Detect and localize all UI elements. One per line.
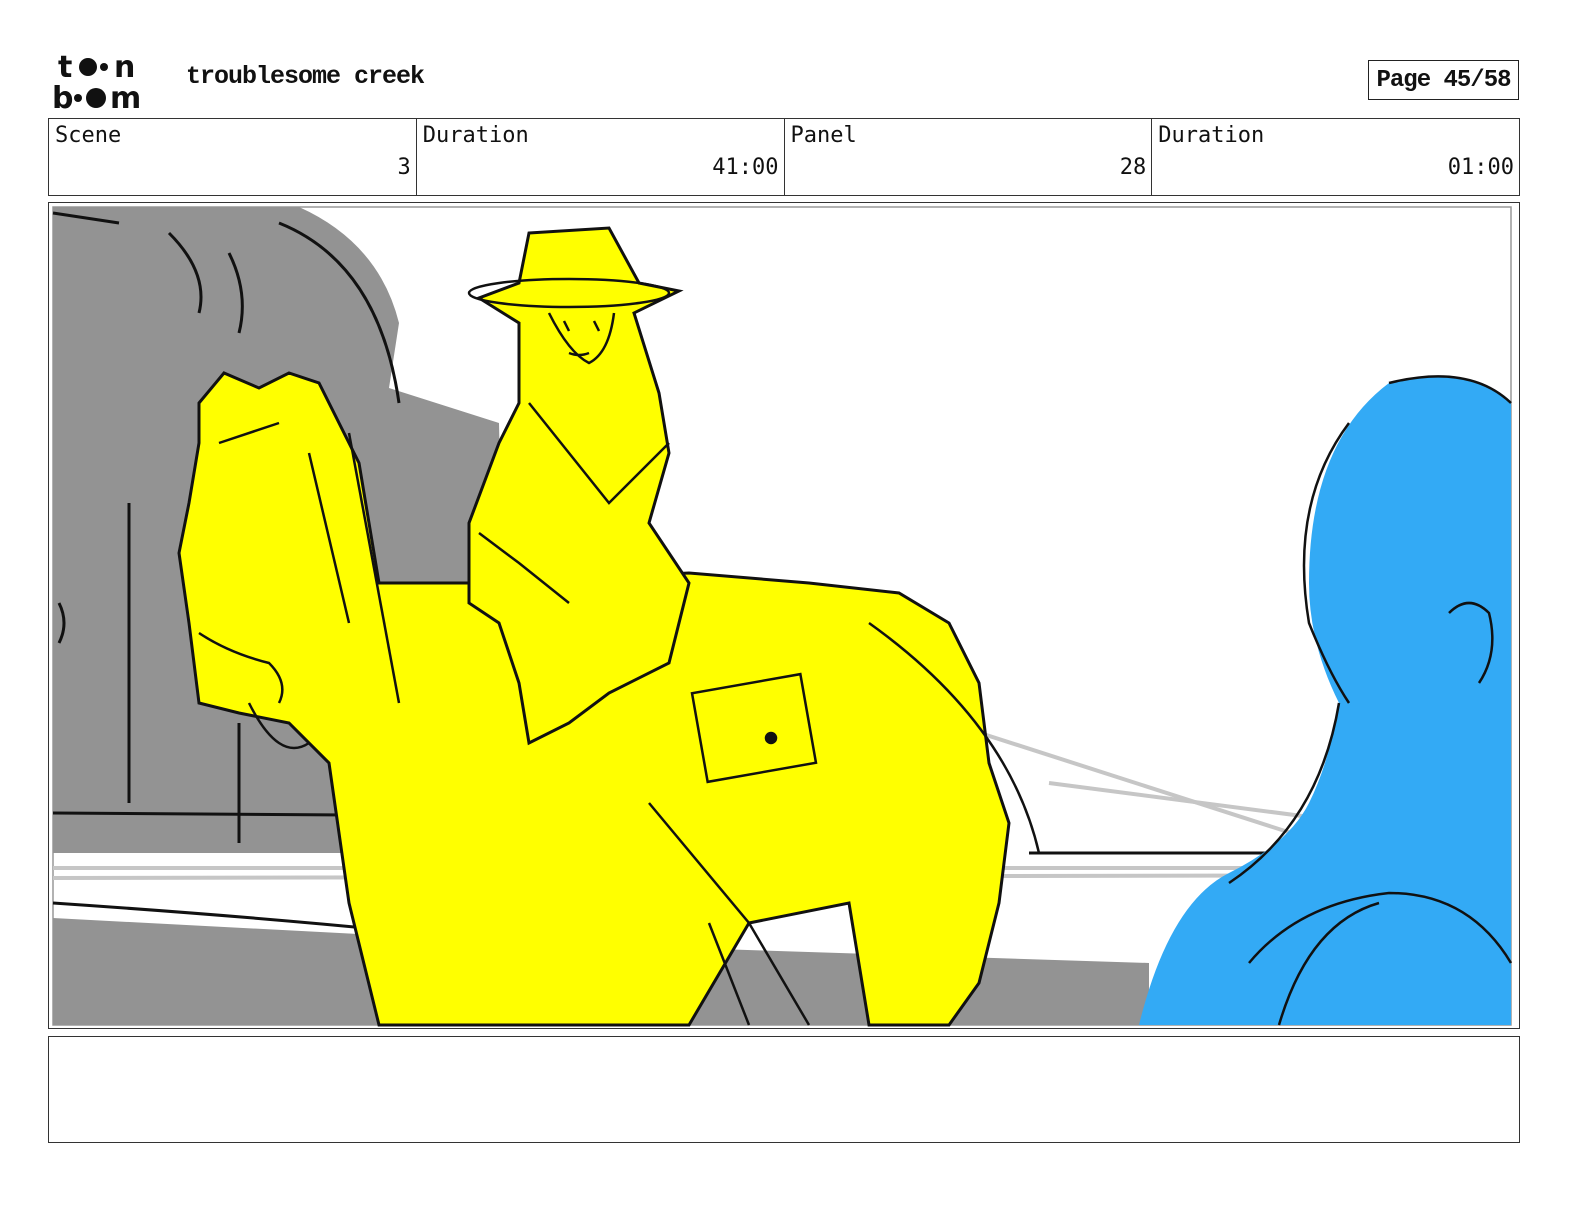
panel-duration-cell: Duration 01:00 [1152,119,1519,195]
svg-text:n: n [114,50,135,85]
panel-value: 28 [1119,155,1147,180]
panel-notes-area[interactable] [48,1036,1520,1143]
storyboard-panel[interactable] [48,202,1520,1029]
scene-cell: Scene 3 [49,119,417,195]
svg-text:m: m [110,81,141,112]
panel-duration-value: 01:00 [1447,155,1514,180]
panel-info-row: Scene 3 Duration 41:00 Panel 28 Duration… [48,118,1520,196]
panel-duration-label: Duration [1158,123,1265,148]
panel-sketch [49,203,1519,1028]
scene-value: 3 [397,155,411,180]
project-title: troublesome creek [186,62,425,91]
panel-label: Panel [790,123,857,148]
svg-text:b: b [52,81,73,112]
svg-text:t: t [58,50,72,85]
scene-duration-cell: Duration 41:00 [417,119,785,195]
scene-duration-label: Duration [422,123,529,148]
page-indicator: Page 45/58 [1368,60,1519,100]
scene-label: Scene [55,123,122,148]
toonboom-logo: t n b m [52,50,141,112]
panel-cell: Panel 28 [785,119,1153,195]
scene-duration-value: 41:00 [712,155,779,180]
